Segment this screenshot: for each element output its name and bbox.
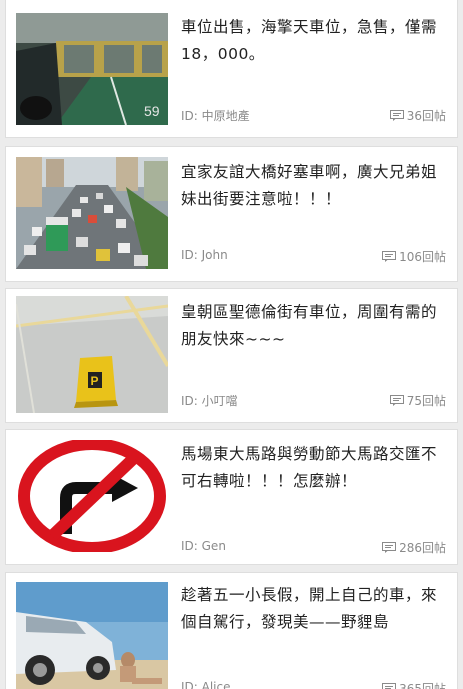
post-title[interactable]: 車位出售，海擎天車位，急售，僅需18，000。 <box>181 14 446 68</box>
parking-sign-photo[interactable]: P <box>16 296 168 413</box>
post-feed: 59 車位出售，海擎天車位，急售，僅需18，000。 ID: 中原地產 36回帖 <box>0 0 463 689</box>
comment-icon <box>382 542 397 553</box>
post-author: ID: Alice <box>181 680 231 689</box>
post-card[interactable]: P 皇朝區聖德倫街有車位，周圍有需的朋友快來~~~ ID: 小叮噹 75回帖 <box>5 288 458 423</box>
reply-count[interactable]: 106回帖 <box>382 248 446 265</box>
post-author: ID: Gen <box>181 539 226 553</box>
post-title[interactable]: 皇朝區聖德倫街有車位，周圍有需的朋友快來~~~ <box>181 299 446 353</box>
reply-count[interactable]: 36回帖 <box>389 107 446 124</box>
car-beach-photo[interactable] <box>16 582 168 689</box>
reply-count-label: 286回帖 <box>399 541 446 555</box>
reply-count[interactable]: 365回帖 <box>382 680 446 689</box>
reply-count-label: 365回帖 <box>399 682 446 689</box>
reply-count-label: 75回帖 <box>406 394 446 408</box>
reply-count-label: 36回帖 <box>406 109 446 123</box>
traffic-jam-photo[interactable] <box>16 157 168 269</box>
post-card[interactable]: 趁著五一小長假，開上自己的車，來個自駕行，發現美——野貍島 ID: Alice … <box>5 572 458 689</box>
no-right-turn-sign[interactable] <box>16 440 168 552</box>
reply-count[interactable]: 75回帖 <box>389 392 446 409</box>
post-title[interactable]: 宜家友誼大橋好塞車啊，廣大兄弟姐妹出街要注意啦！！！ <box>181 159 446 213</box>
comment-icon <box>389 395 404 406</box>
comment-icon <box>389 110 404 121</box>
comment-icon <box>382 251 397 262</box>
post-card[interactable]: 宜家友誼大橋好塞車啊，廣大兄弟姐妹出街要注意啦！！！ ID: John 106回… <box>5 146 458 282</box>
post-author: ID: 小叮噹 <box>181 394 238 408</box>
post-card[interactable]: 馬場東大馬路與勞動節大馬路交匯不可右轉啦！！！怎麼辦！ ID: Gen 286回… <box>5 429 458 565</box>
post-author: ID: 中原地產 <box>181 109 250 123</box>
post-card[interactable]: 59 車位出售，海擎天車位，急售，僅需18，000。 ID: 中原地產 36回帖 <box>5 0 458 138</box>
parking-garage-photo[interactable]: 59 <box>16 13 168 125</box>
svg-text:P: P <box>91 374 99 388</box>
reply-count-label: 106回帖 <box>399 250 446 264</box>
svg-text:59: 59 <box>144 103 160 119</box>
post-title[interactable]: 趁著五一小長假，開上自己的車，來個自駕行，發現美——野貍島 <box>181 582 446 636</box>
reply-count[interactable]: 286回帖 <box>382 539 446 556</box>
comment-icon <box>382 683 397 689</box>
post-title[interactable]: 馬場東大馬路與勞動節大馬路交匯不可右轉啦！！！怎麼辦！ <box>181 441 446 495</box>
post-author: ID: John <box>181 248 228 262</box>
